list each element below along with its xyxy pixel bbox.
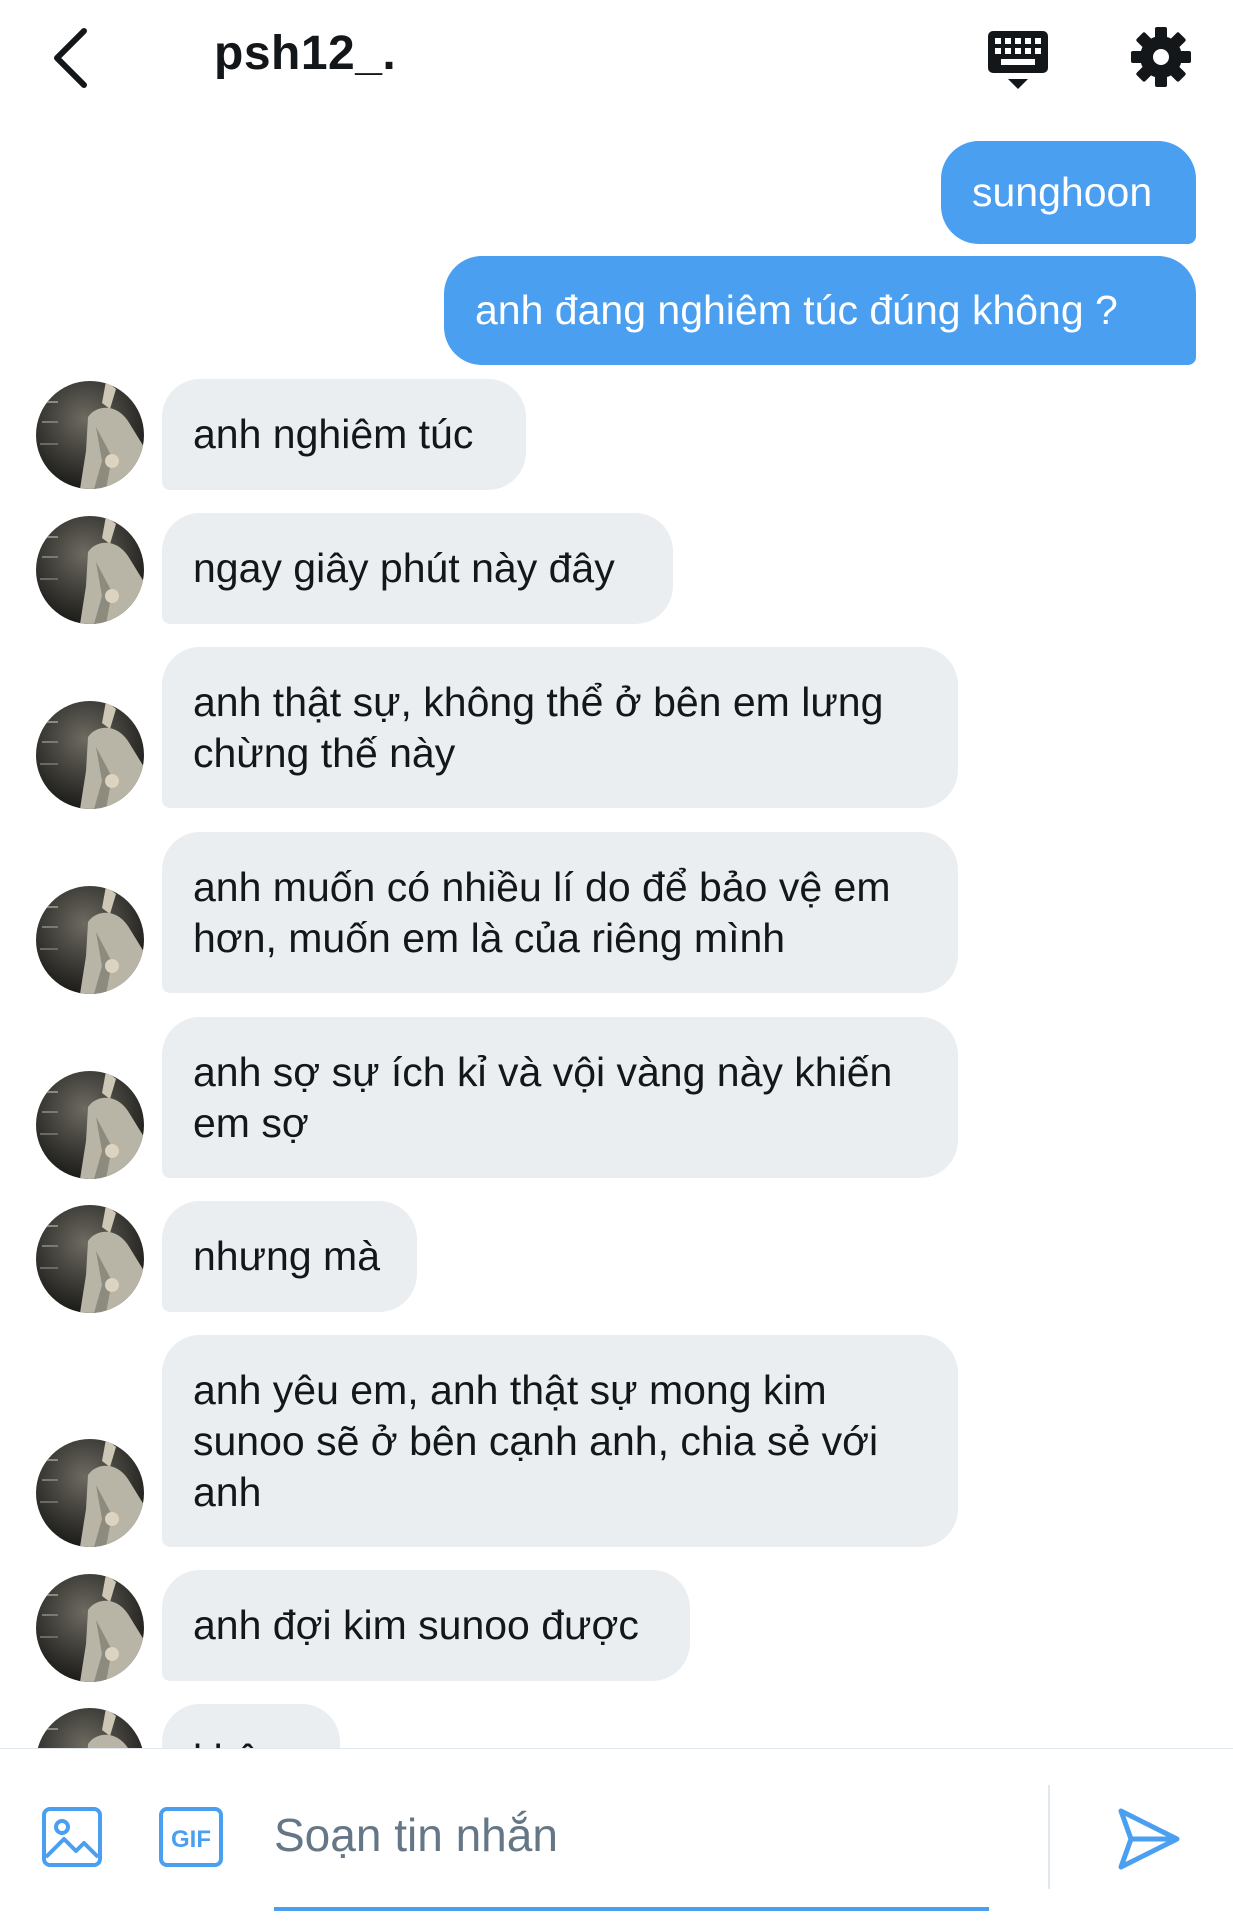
received-message[interactable]: anh muốn có nhiều lí do để bảo vệ em hơn… — [162, 832, 958, 993]
avatar[interactable] — [36, 1205, 144, 1313]
message-text: anh sợ sự ích kỉ và vội vàng này khiến e… — [193, 1048, 893, 1146]
avatar[interactable] — [36, 1574, 144, 1682]
received-message[interactable]: anh đợi kim sunoo được — [162, 1570, 690, 1681]
keyboard-toggle-button[interactable] — [985, 26, 1051, 92]
message-text: anh đang nghiêm túc đúng không ? — [475, 287, 1118, 333]
avatar[interactable] — [36, 1439, 144, 1547]
message-text: anh muốn có nhiều lí do để bảo vệ em hơn… — [193, 863, 891, 961]
keyboard-icon — [988, 31, 1048, 89]
message-text: anh nghiêm túc — [193, 411, 474, 457]
avatar[interactable] — [36, 886, 144, 994]
send-icon — [1118, 1808, 1180, 1870]
avatar[interactable] — [36, 1708, 144, 1748]
received-message[interactable]: ngay giây phút này đây — [162, 513, 673, 624]
gif-label: GIF — [171, 1826, 211, 1853]
message-composer: GIF — [0, 1748, 1233, 1921]
message-text: anh yêu em, anh thật sự mong kim sunoo s… — [193, 1366, 879, 1515]
send-button[interactable] — [1115, 1805, 1183, 1873]
add-gif-button[interactable]: GIF — [157, 1805, 225, 1869]
message-input[interactable] — [274, 1789, 989, 1881]
received-message[interactable]: anh sợ sự ích kỉ và vội vàng này khiến e… — [162, 1017, 958, 1178]
conversation-header: psh12_. — [0, 0, 1233, 120]
received-message[interactable]: anh nghiêm túc — [162, 379, 526, 490]
avatar[interactable] — [36, 381, 144, 489]
message-text: ngay giây phút này đây — [193, 545, 615, 591]
message-list[interactable]: sunghoon anh đang nghiêm túc đúng không … — [0, 120, 1233, 1748]
add-image-button[interactable] — [40, 1805, 104, 1869]
avatar[interactable] — [36, 701, 144, 809]
received-message[interactable]: anh yêu em, anh thật sự mong kim sunoo s… — [162, 1335, 958, 1547]
avatar[interactable] — [36, 516, 144, 624]
received-message[interactable]: không — [162, 1704, 340, 1748]
chevron-left-icon — [54, 27, 87, 88]
received-message[interactable]: anh thật sự, không thể ở bên em lưng chừ… — [162, 647, 958, 808]
sent-message[interactable]: sunghoon — [941, 141, 1196, 244]
message-text: anh thật sự, không thể ở bên em lưng chừ… — [193, 678, 884, 776]
conversation-title[interactable]: psh12_. — [214, 26, 396, 81]
avatar[interactable] — [36, 1071, 144, 1179]
image-icon — [42, 1807, 102, 1867]
message-text: anh đợi kim sunoo được — [193, 1602, 639, 1648]
gear-icon — [1131, 27, 1191, 87]
composer-divider — [1048, 1785, 1050, 1889]
message-text: sunghoon — [972, 169, 1153, 215]
gif-icon: GIF — [159, 1807, 223, 1867]
message-text: nhưng mà — [193, 1233, 381, 1279]
message-text: không — [193, 1734, 305, 1748]
input-underline — [274, 1907, 989, 1911]
sent-message[interactable]: anh đang nghiêm túc đúng không ? — [444, 256, 1196, 365]
back-button[interactable] — [40, 20, 100, 95]
settings-button[interactable] — [1130, 26, 1192, 88]
received-message[interactable]: nhưng mà — [162, 1201, 417, 1312]
